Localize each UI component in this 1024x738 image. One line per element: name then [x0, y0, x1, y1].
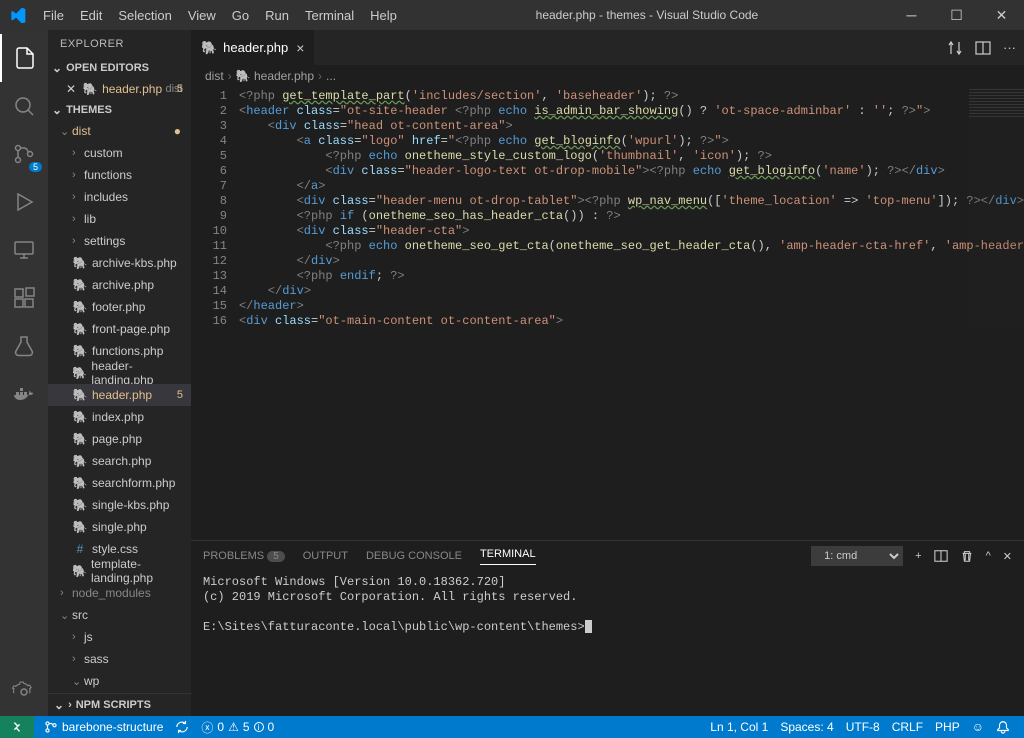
- testing-icon[interactable]: [0, 322, 48, 370]
- line-gutter: 12345678910111213141516: [191, 87, 239, 540]
- source-control-icon[interactable]: 5: [0, 130, 48, 178]
- file-item[interactable]: 🐘archive-kbs.php: [48, 252, 191, 274]
- split-terminal-icon[interactable]: [934, 549, 948, 563]
- open-editors-section[interactable]: OPEN EDITORS: [48, 58, 191, 78]
- file-header-php[interactable]: 🐘header.php5: [48, 384, 191, 406]
- split-editor-icon[interactable]: [975, 40, 991, 56]
- menu-file[interactable]: File: [35, 8, 72, 23]
- settings-gear-icon[interactable]: [0, 668, 48, 716]
- php-file-icon: 🐘: [201, 40, 217, 56]
- explorer-sidebar: EXPLORER OPEN EDITORS ✕🐘header.php dist …: [48, 30, 191, 716]
- bottom-panel: PROBLEMS 5 OUTPUT DEBUG CONSOLE TERMINAL…: [191, 540, 1024, 716]
- title-bar: File Edit Selection View Go Run Terminal…: [0, 0, 1024, 30]
- activity-bar: 5: [0, 30, 48, 716]
- editor-tabs: 🐘 header.php × ···: [191, 30, 1024, 65]
- file-item[interactable]: 🐘front-page.php: [48, 318, 191, 340]
- encoding[interactable]: UTF-8: [840, 720, 886, 734]
- compare-changes-icon[interactable]: [947, 40, 963, 56]
- eol[interactable]: CRLF: [886, 720, 929, 734]
- menu-terminal[interactable]: Terminal: [297, 8, 362, 23]
- tab-header-php[interactable]: 🐘 header.php ×: [191, 30, 314, 65]
- search-icon[interactable]: [0, 82, 48, 130]
- file-item[interactable]: 🐘template-landing.php: [48, 560, 191, 582]
- main-menu: File Edit Selection View Go Run Terminal…: [35, 8, 405, 23]
- explorer-title: EXPLORER: [48, 30, 191, 58]
- code-content[interactable]: <?php get_template_part('includes/sectio…: [239, 87, 1024, 540]
- docker-icon[interactable]: [0, 370, 48, 418]
- folder-wp[interactable]: ⌄ wp: [48, 670, 191, 692]
- file-item[interactable]: 🐘archive.php: [48, 274, 191, 296]
- minimap[interactable]: [969, 87, 1024, 327]
- folder-functions[interactable]: › functions: [48, 164, 191, 186]
- notifications-icon[interactable]: [990, 720, 1016, 734]
- npm-scripts-section[interactable]: ›NPM SCRIPTS: [48, 693, 191, 716]
- new-terminal-icon[interactable]: +: [915, 550, 921, 562]
- more-actions-icon[interactable]: ···: [1003, 40, 1016, 55]
- folder-item[interactable]: › custom: [48, 692, 191, 693]
- git-branch[interactable]: barebone-structure: [38, 720, 169, 734]
- remote-indicator[interactable]: [0, 716, 34, 738]
- editor-area: 🐘 header.php × ··· dist› 🐘 header.php› .…: [191, 30, 1024, 716]
- tab-close-icon[interactable]: ×: [296, 40, 304, 56]
- menu-selection[interactable]: Selection: [110, 8, 179, 23]
- panel-tab-terminal[interactable]: TERMINAL: [480, 548, 536, 565]
- panel-tab-debug[interactable]: DEBUG CONSOLE: [366, 550, 462, 562]
- maximize-panel-icon[interactable]: ^: [986, 550, 991, 562]
- language-mode[interactable]: PHP: [929, 720, 966, 734]
- file-item[interactable]: 🐘single-kbs.php: [48, 494, 191, 516]
- folder-js[interactable]: › js: [48, 626, 191, 648]
- panel-tab-output[interactable]: OUTPUT: [303, 550, 348, 562]
- folder-includes[interactable]: › includes: [48, 186, 191, 208]
- file-item[interactable]: 🐘header-landing.php: [48, 362, 191, 384]
- kill-terminal-icon[interactable]: [960, 549, 974, 563]
- extensions-icon[interactable]: [0, 274, 48, 322]
- folder-lib[interactable]: › lib: [48, 208, 191, 230]
- problems-status[interactable]: ⓧ0 ⚠5 i0: [195, 719, 280, 736]
- feedback-icon[interactable]: ☺: [966, 720, 990, 734]
- close-button[interactable]: ✕: [979, 0, 1024, 30]
- menu-run[interactable]: Run: [257, 8, 297, 23]
- vscode-logo-icon: [0, 7, 35, 23]
- tab-label: header.php: [223, 40, 288, 55]
- workspace-section[interactable]: THEMES: [48, 100, 191, 120]
- remote-explorer-icon[interactable]: [0, 226, 48, 274]
- file-item[interactable]: 🐘searchform.php: [48, 472, 191, 494]
- open-editor-item[interactable]: ✕🐘header.php dist 5: [48, 78, 191, 100]
- folder-node-modules[interactable]: › node_modules: [48, 582, 191, 604]
- folder-src[interactable]: ⌄ src: [48, 604, 191, 626]
- run-debug-icon[interactable]: [0, 178, 48, 226]
- menu-edit[interactable]: Edit: [72, 8, 110, 23]
- file-item[interactable]: 🐘single.php: [48, 516, 191, 538]
- file-item[interactable]: 🐘page.php: [48, 428, 191, 450]
- folder-settings[interactable]: › settings: [48, 230, 191, 252]
- file-item[interactable]: 🐘index.php: [48, 406, 191, 428]
- terminal-selector[interactable]: 1: cmd: [811, 546, 903, 566]
- folder-dist[interactable]: ⌄ dist●: [48, 120, 191, 142]
- menu-help[interactable]: Help: [362, 8, 405, 23]
- status-bar: barebone-structure ⓧ0 ⚠5 i0 Ln 1, Col 1 …: [0, 716, 1024, 738]
- indentation[interactable]: Spaces: 4: [774, 720, 839, 734]
- folder-custom[interactable]: › custom: [48, 142, 191, 164]
- close-panel-icon[interactable]: ✕: [1003, 550, 1012, 563]
- window-title: header.php - themes - Visual Studio Code: [405, 8, 889, 22]
- maximize-button[interactable]: ☐: [934, 0, 979, 30]
- terminal-output[interactable]: Microsoft Windows [Version 10.0.18362.72…: [191, 571, 1024, 716]
- file-item[interactable]: 🐘footer.php: [48, 296, 191, 318]
- folder-sass[interactable]: › sass: [48, 648, 191, 670]
- breadcrumb[interactable]: dist› 🐘 header.php› ...: [191, 65, 1024, 87]
- menu-go[interactable]: Go: [224, 8, 257, 23]
- panel-tab-problems[interactable]: PROBLEMS 5: [203, 550, 285, 562]
- file-item[interactable]: 🐘search.php: [48, 450, 191, 472]
- code-editor[interactable]: 12345678910111213141516 <?php get_templa…: [191, 87, 1024, 540]
- explorer-icon[interactable]: [0, 34, 48, 82]
- minimize-button[interactable]: ─: [889, 0, 934, 30]
- menu-view[interactable]: View: [180, 8, 224, 23]
- sync-button[interactable]: [169, 720, 195, 734]
- cursor-position[interactable]: Ln 1, Col 1: [704, 720, 774, 734]
